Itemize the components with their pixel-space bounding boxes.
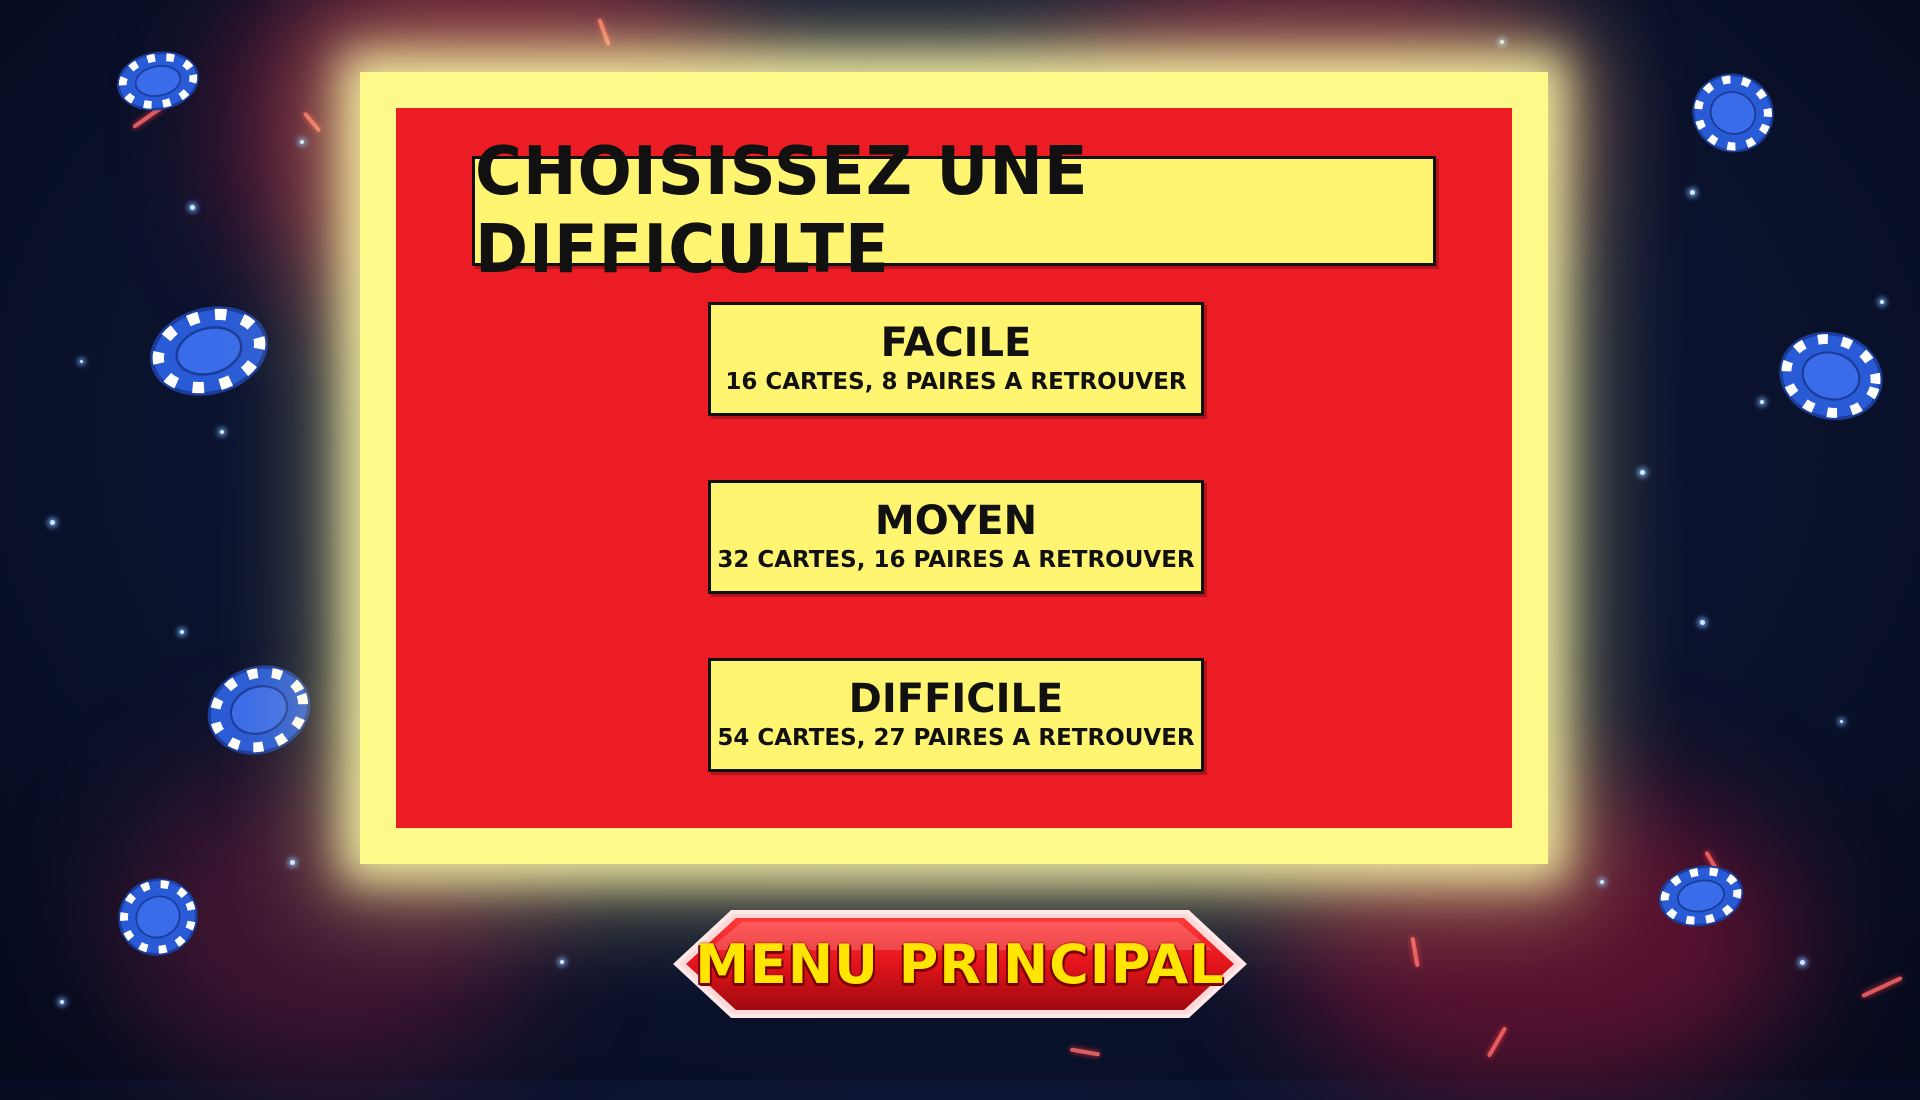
difficulty-name: MOYEN [874,498,1038,544]
poker-chip-icon [118,878,198,956]
difficulty-panel-inner: CHOISISSEZ UNE DIFFICULTE FACILE 16 CART… [396,108,1512,828]
page-title: CHOISISSEZ UNE DIFFICULTE [475,133,1089,289]
star [1640,470,1645,475]
star [300,140,304,144]
difficulty-easy-button[interactable]: FACILE 16 CARTES, 8 PAIRES A RETROUVER [708,302,1204,416]
difficulty-medium-button[interactable]: MOYEN 32 CARTES, 16 PAIRES A RETROUVER [708,480,1204,594]
star [80,360,83,363]
spark [1069,1047,1101,1057]
difficulty-name: FACILE [880,320,1032,366]
star [1840,720,1843,723]
difficulty-panel: CHOISISSEZ UNE DIFFICULTE FACILE 16 CART… [360,72,1548,864]
star [180,630,184,634]
difficulty-name: DIFFICILE [848,676,1064,722]
star [1690,190,1695,195]
star [560,960,564,964]
spark [1861,975,1903,999]
difficulty-hard-button[interactable]: DIFFICILE 54 CARTES, 27 PAIRES A RETROUV… [708,658,1204,772]
poker-chip-icon [150,306,268,396]
difficulty-description: 32 CARTES, 16 PAIRES A RETROUVER [717,547,1195,573]
star [1760,400,1764,404]
star [1600,880,1604,884]
star [190,205,195,210]
star [1800,960,1805,965]
star [1880,300,1884,304]
star [50,520,55,525]
star [220,430,224,434]
star [1700,620,1705,625]
main-menu-label: MENU PRINCIPAL [695,932,1225,996]
difficulty-description: 54 CARTES, 27 PAIRES A RETROUVER [717,725,1195,751]
poker-chip-icon [117,51,199,111]
main-menu-button[interactable]: MENU PRINCIPAL [672,908,1248,1020]
poker-chip-icon [1658,865,1744,927]
star [290,860,295,865]
poker-chip-icon [1779,331,1883,421]
poker-chip-icon [207,665,311,755]
difficulty-description: 16 CARTES, 8 PAIRES A RETROUVER [725,369,1187,395]
poker-chip-icon [1692,73,1774,153]
title-banner: CHOISISSEZ UNE DIFFICULTE [472,133,1436,289]
star [60,1000,64,1004]
star [1500,40,1504,44]
